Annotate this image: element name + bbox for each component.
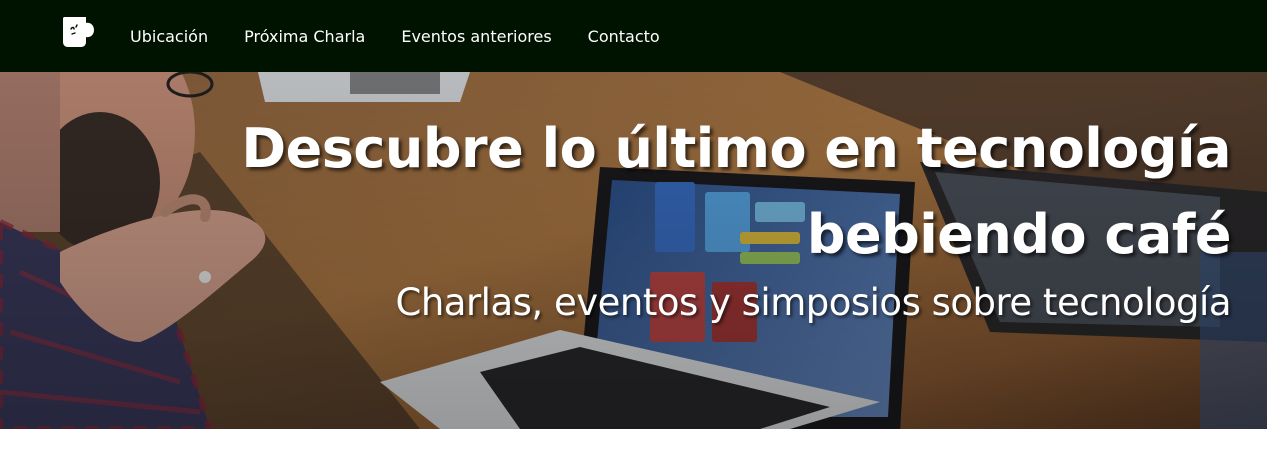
- nav-link-proxima-charla[interactable]: Próxima Charla: [244, 27, 365, 46]
- coffee-cup-logo-icon[interactable]: [62, 16, 96, 48]
- hero-subtitle: Charlas, eventos y simposios sobre tecno…: [395, 281, 1232, 324]
- hero-banner: Descubre lo último en tecnología bebiend…: [0, 72, 1267, 429]
- main-nav: Ubicación Próxima Charla Eventos anterio…: [130, 0, 660, 72]
- hero-title: Descubre lo último en tecnología bebiend…: [241, 117, 1231, 266]
- top-navbar: Ubicación Próxima Charla Eventos anterio…: [0, 0, 1267, 72]
- nav-link-contacto[interactable]: Contacto: [588, 27, 660, 46]
- page-content-area: [0, 429, 1267, 471]
- nav-link-eventos-anteriores[interactable]: Eventos anteriores: [401, 27, 551, 46]
- nav-link-ubicacion[interactable]: Ubicación: [130, 27, 208, 46]
